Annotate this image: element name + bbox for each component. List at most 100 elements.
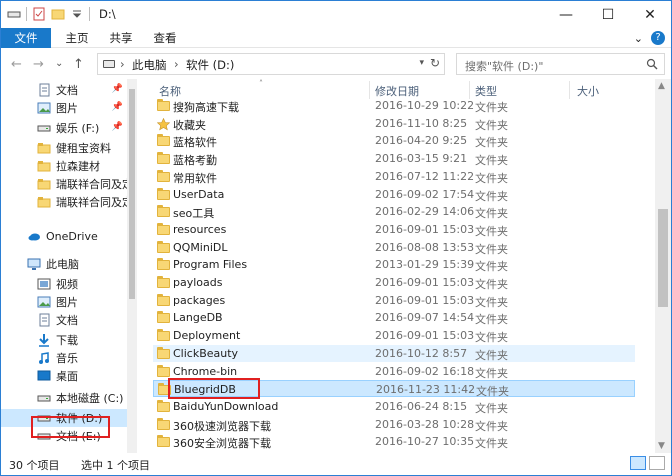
sidebar-item[interactable]: 健租宝资料: [1, 139, 127, 157]
tab-view[interactable]: 查看: [145, 28, 185, 48]
search-icon[interactable]: [646, 58, 658, 73]
folder-icon: [37, 141, 51, 155]
properties-icon[interactable]: [32, 7, 46, 21]
close-button[interactable]: ✕: [629, 1, 671, 28]
navigation-pane: 文档 📌 图片 📌 娱乐 (F:) 📌 健租宝资料 拉森建材 瑞联祥合同及定 瑞联祥合同及定 One…: [1, 79, 137, 453]
sidebar-item[interactable]: 图片 📌: [1, 99, 127, 117]
sidebar-item[interactable]: 瑞联祥合同及定: [1, 193, 127, 211]
file-row[interactable]: 360安全浏览器下载 2016-10-27 10:35 文件夹: [153, 433, 635, 450]
file-modified: 2016-09-02 17:54: [375, 187, 475, 201]
highlight-annotation: [168, 378, 260, 400]
file-row[interactable]: 收藏夹 2016-11-10 8:25 文件夹: [153, 115, 635, 132]
file-row[interactable]: 360极速浏览器下载 2016-03-28 10:28 文件夹: [153, 416, 635, 433]
file-row[interactable]: 搜狗高速下载 2016-10-29 10:22 文件夹: [153, 97, 635, 114]
folder-icon: [157, 134, 170, 147]
sidebar-item[interactable]: 瑞联祥合同及定: [1, 175, 127, 193]
file-row[interactable]: 蓝格考勤 2016-03-15 9:21 文件夹: [153, 150, 635, 167]
sidebar-scrollbar[interactable]: [127, 79, 137, 453]
file-modified: 2016-09-01 15:03: [375, 293, 475, 307]
sidebar-item[interactable]: 拉森建材: [1, 157, 127, 175]
search-box[interactable]: 搜索"软件 (D:)": [456, 53, 665, 75]
ribbon-collapse-icon[interactable]: ⌄: [634, 32, 643, 45]
address-bar[interactable]: › 此电脑 › 软件 (D:) ▾ ↻: [97, 53, 445, 75]
breadcrumb-separator[interactable]: ›: [120, 57, 125, 71]
sidebar-item[interactable]: 文档: [1, 311, 127, 329]
refresh-icon[interactable]: ↻: [430, 56, 440, 70]
scroll-up-icon[interactable]: ▲: [658, 81, 665, 91]
pin-icon: 📌: [111, 122, 123, 132]
sidebar-item[interactable]: 此电脑: [1, 255, 127, 273]
file-row[interactable]: payloads 2016-09-01 15:03 文件夹: [153, 274, 635, 291]
maximize-button[interactable]: ☐: [587, 1, 629, 28]
up-button[interactable]: ↑: [73, 57, 84, 72]
tab-share[interactable]: 共享: [101, 28, 141, 48]
breadcrumb-separator[interactable]: ›: [174, 57, 179, 71]
video-icon: [37, 277, 51, 291]
file-row[interactable]: ClickBeauty 2016-10-12 8:57 文件夹: [153, 344, 635, 362]
sidebar-item[interactable]: 本地磁盘 (C:): [1, 389, 127, 407]
tab-home[interactable]: 主页: [57, 28, 97, 48]
large-icons-view-icon[interactable]: [649, 456, 665, 470]
file-row[interactable]: Deployment 2016-09-01 15:03 文件夹: [153, 327, 635, 344]
back-button[interactable]: ←: [11, 57, 22, 72]
file-row[interactable]: BluegridDB 2016-11-23 11:42 文件夹: [153, 378, 635, 400]
sidebar-item[interactable]: 文档 📌: [1, 81, 127, 99]
folder-icon: [157, 364, 170, 377]
file-name: Program Files: [173, 258, 248, 272]
file-row[interactable]: 常用软件 2016-07-12 11:22 文件夹: [153, 168, 635, 185]
help-icon[interactable]: ?: [651, 31, 665, 45]
sidebar-item[interactable]: 音乐: [1, 349, 127, 367]
sidebar-item[interactable]: 桌面: [1, 367, 127, 385]
drive-icon[interactable]: [7, 7, 21, 21]
desktop-icon: [37, 369, 51, 383]
sidebar-item[interactable]: 下载: [1, 331, 127, 349]
sidebar-item-label: 文档: [56, 84, 78, 97]
sidebar-item[interactable]: 图片: [1, 293, 127, 311]
scroll-thumb[interactable]: [129, 89, 135, 299]
explorer-window: D:\ — ☐ ✕ 文件 主页 共享 查看 ⌄ ? ← → ⌄ ↑ › 此电脑 …: [0, 0, 672, 476]
file-type: 文件夹: [475, 313, 508, 327]
file-name: resources: [173, 222, 227, 236]
tab-file[interactable]: 文件: [1, 28, 51, 48]
sidebar-item-label: 音乐: [56, 352, 78, 365]
file-row[interactable]: seo工具 2016-02-29 14:06 文件夹: [153, 203, 635, 220]
file-row[interactable]: BaiduYunDownload 2016-06-24 8:15 文件夹: [153, 398, 635, 415]
scroll-down-icon[interactable]: ▼: [658, 441, 665, 451]
file-row[interactable]: 蓝格软件 2016-04-20 9:25 文件夹: [153, 132, 635, 149]
forward-button[interactable]: →: [33, 57, 44, 72]
file-modified: 2016-09-01 15:03: [375, 329, 475, 343]
sidebar-item[interactable]: OneDrive: [1, 227, 127, 245]
file-row[interactable]: packages 2016-09-01 15:03 文件夹: [153, 292, 635, 309]
breadcrumb-this-pc[interactable]: 此电脑: [132, 57, 167, 73]
file-type: 文件夹: [475, 189, 508, 203]
details-view-icon[interactable]: [630, 456, 646, 470]
recent-locations-button[interactable]: ⌄: [55, 58, 63, 69]
file-list: ˄ 名称 修改日期 类型 大小 搜狗高速下载 2016-10-29 10:22 文件…: [141, 79, 647, 453]
divider: [26, 7, 27, 21]
sidebar-item-label: 图片: [56, 296, 78, 309]
sidebar-item-label: OneDrive: [46, 229, 98, 243]
folder-icon: [157, 187, 170, 200]
scroll-thumb[interactable]: [658, 209, 668, 307]
vertical-scrollbar[interactable]: ▲ ▼: [655, 79, 671, 453]
file-row[interactable]: UserData 2016-09-02 17:54 文件夹: [153, 186, 635, 203]
file-type: 文件夹: [475, 366, 508, 380]
selection-count: 选中 1 个项目: [81, 459, 150, 472]
file-name: LangeDB: [173, 311, 223, 325]
file-row[interactable]: LangeDB 2016-09-07 14:54 文件夹: [153, 309, 635, 326]
minimize-button[interactable]: —: [545, 1, 587, 28]
file-row[interactable]: resources 2016-09-01 15:03 文件夹: [153, 221, 635, 238]
sidebar-item[interactable]: 视频: [1, 275, 127, 293]
file-row[interactable]: Chrome-bin 2016-09-02 16:18 文件夹: [153, 363, 635, 380]
sidebar-item[interactable]: 娱乐 (F:) 📌: [1, 119, 127, 137]
file-row[interactable]: QQMiniDL 2016-08-08 13:53 文件夹: [153, 239, 635, 256]
address-dropdown-icon[interactable]: ▾: [419, 58, 424, 68]
customize-toolbar-icon[interactable]: [70, 7, 84, 21]
file-type: 文件夹: [475, 154, 508, 168]
file-type: 文件夹: [475, 348, 508, 362]
file-row[interactable]: Program Files 2013-01-29 15:39 文件夹: [153, 256, 635, 273]
file-modified: 2016-11-23 11:42: [376, 383, 476, 397]
new-folder-icon[interactable]: [51, 7, 65, 21]
breadcrumb-drive-d[interactable]: 软件 (D:): [186, 57, 234, 73]
star-folder-icon: [156, 117, 171, 131]
